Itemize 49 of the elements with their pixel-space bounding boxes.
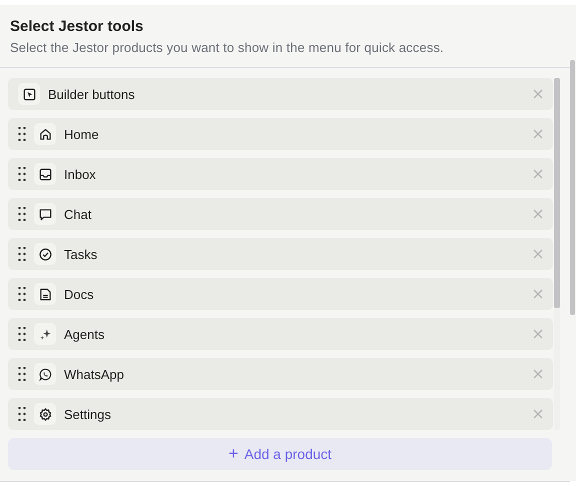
tool-label: Home bbox=[64, 126, 100, 142]
gear-icon bbox=[38, 406, 52, 422]
drag-handle-icon[interactable] bbox=[18, 407, 26, 421]
tool-label: Builder buttons bbox=[48, 86, 136, 102]
scrollbar-track[interactable] bbox=[554, 78, 560, 430]
tool-label: WhatsApp bbox=[64, 366, 125, 382]
close-icon[interactable] bbox=[533, 129, 543, 139]
check-circle-icon bbox=[38, 246, 52, 262]
tool-item[interactable]: Home bbox=[8, 118, 553, 150]
tool-item[interactable]: Docs bbox=[8, 278, 553, 310]
tool-label: Tasks bbox=[64, 246, 98, 262]
panel-title: Select Jestor tools bbox=[10, 18, 144, 35]
tool-label: Agents bbox=[64, 326, 106, 342]
tool-item[interactable]: Agents bbox=[8, 318, 553, 350]
cursor-icon bbox=[22, 86, 36, 102]
close-icon[interactable] bbox=[533, 329, 543, 339]
close-icon[interactable] bbox=[533, 89, 543, 99]
tool-label: Inbox bbox=[64, 166, 97, 182]
drag-handle-icon[interactable] bbox=[18, 127, 26, 141]
tool-item[interactable]: Chat bbox=[8, 198, 553, 230]
document-icon bbox=[38, 286, 52, 302]
add-product-button[interactable]: + Add a product bbox=[8, 438, 552, 470]
drag-handle-icon[interactable] bbox=[18, 327, 26, 341]
panel-description: Select the Jestor products you want to show in the menu for quick access. bbox=[10, 40, 445, 55]
tool-item[interactable]: Inbox bbox=[8, 158, 553, 190]
close-icon[interactable] bbox=[533, 369, 543, 379]
chat-icon bbox=[38, 206, 52, 222]
tool-label: Chat bbox=[64, 206, 92, 222]
close-icon[interactable] bbox=[533, 169, 543, 179]
close-icon[interactable] bbox=[533, 209, 543, 219]
inbox-icon bbox=[38, 166, 52, 182]
close-icon[interactable] bbox=[533, 289, 543, 299]
drag-handle-icon[interactable] bbox=[18, 287, 26, 301]
tool-label: Settings bbox=[64, 406, 112, 422]
drag-handle-icon[interactable] bbox=[18, 367, 26, 381]
close-icon[interactable] bbox=[533, 249, 543, 259]
drag-handle-icon[interactable] bbox=[18, 207, 26, 221]
tool-item[interactable]: Tasks bbox=[8, 238, 553, 270]
close-icon[interactable] bbox=[533, 409, 543, 419]
scrollbar-thumb[interactable] bbox=[570, 60, 575, 315]
tool-item[interactable]: Settings bbox=[8, 398, 553, 430]
scrollbar-thumb[interactable] bbox=[554, 78, 560, 308]
home-icon bbox=[38, 126, 52, 142]
tool-item[interactable]: Builder buttons bbox=[8, 78, 553, 110]
tool-label: Docs bbox=[64, 286, 95, 302]
chat-phone-icon bbox=[38, 366, 52, 382]
drag-handle-icon[interactable] bbox=[18, 247, 26, 261]
drag-handle-icon[interactable] bbox=[18, 167, 26, 181]
tool-item[interactable]: WhatsApp bbox=[8, 358, 553, 390]
